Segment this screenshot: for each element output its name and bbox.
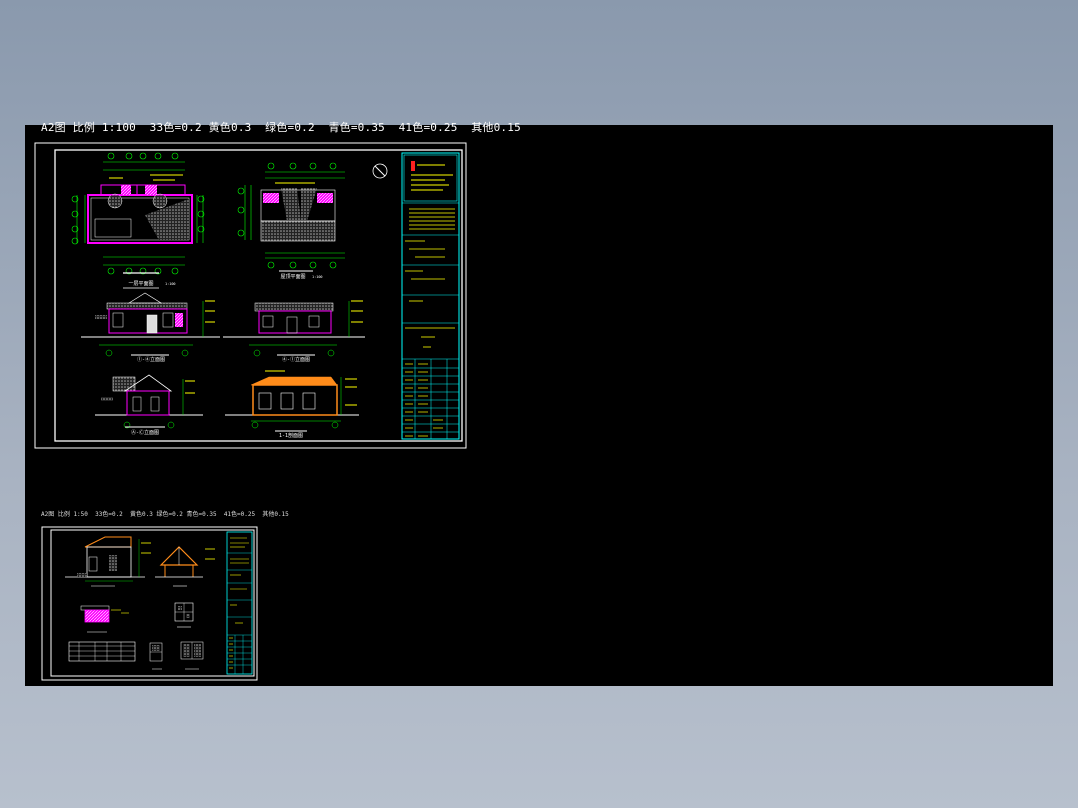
plan-scale: 1:100 [165, 282, 176, 286]
cad-model-space[interactable]: A2图 比例 1:100 33色=0.2 黄色0.3 绿色=0.2 青色=0.3… [25, 121, 1053, 686]
elevation-3-drawing: Ⓐ-Ⓒ立面图 [95, 374, 203, 436]
sheet2-inner-frame [50, 529, 255, 677]
roof-title: 屋顶平面图 [280, 274, 305, 280]
small-detail-a [149, 642, 163, 670]
sheet1-outer-frame [34, 142, 467, 449]
truss-detail-drawing [155, 546, 215, 587]
floor-plan-drawing: 一层平面图 1:100 [71, 152, 205, 289]
detail-elevation-drawing [65, 536, 151, 587]
sheet1-title-block [401, 152, 460, 440]
section-drawing: 1-1剖面图 [225, 370, 359, 439]
small-detail-b [180, 641, 204, 670]
pink-plan-detail [80, 605, 129, 633]
cad-drawing-surface: 一层平面图 1:100 屋顶平面图 1:100 ①-④立面图 ④-①立面图 Ⓐ-… [34, 142, 467, 681]
elevation2-title: ④-①立面图 [282, 356, 310, 363]
door-window-schedule-table [68, 641, 136, 662]
north-arrow-icon [372, 163, 388, 179]
sheet1-inner-frame [54, 149, 463, 442]
roof-plan-drawing: 屋顶平面图 1:100 [237, 162, 345, 280]
sheet2-outer-frame [41, 526, 258, 681]
elevation1-title: ①-④立面图 [137, 356, 165, 363]
sheet-2[interactable] [41, 526, 258, 681]
sheet2-title-block [226, 531, 253, 675]
elevation3-title: Ⓐ-Ⓒ立面图 [131, 429, 159, 436]
elevation-2-drawing: ④-①立面图 [223, 300, 365, 363]
elevation-1-drawing: ①-④立面图 [81, 292, 220, 363]
sheet-1[interactable]: 一层平面图 1:100 屋顶平面图 1:100 ①-④立面图 ④-①立面图 Ⓐ-… [34, 142, 467, 449]
section-title: 1-1剖面图 [279, 432, 303, 439]
plan-title: 一层平面图 [128, 281, 153, 287]
roof-scale: 1:100 [312, 275, 323, 279]
window-detail [174, 602, 194, 628]
